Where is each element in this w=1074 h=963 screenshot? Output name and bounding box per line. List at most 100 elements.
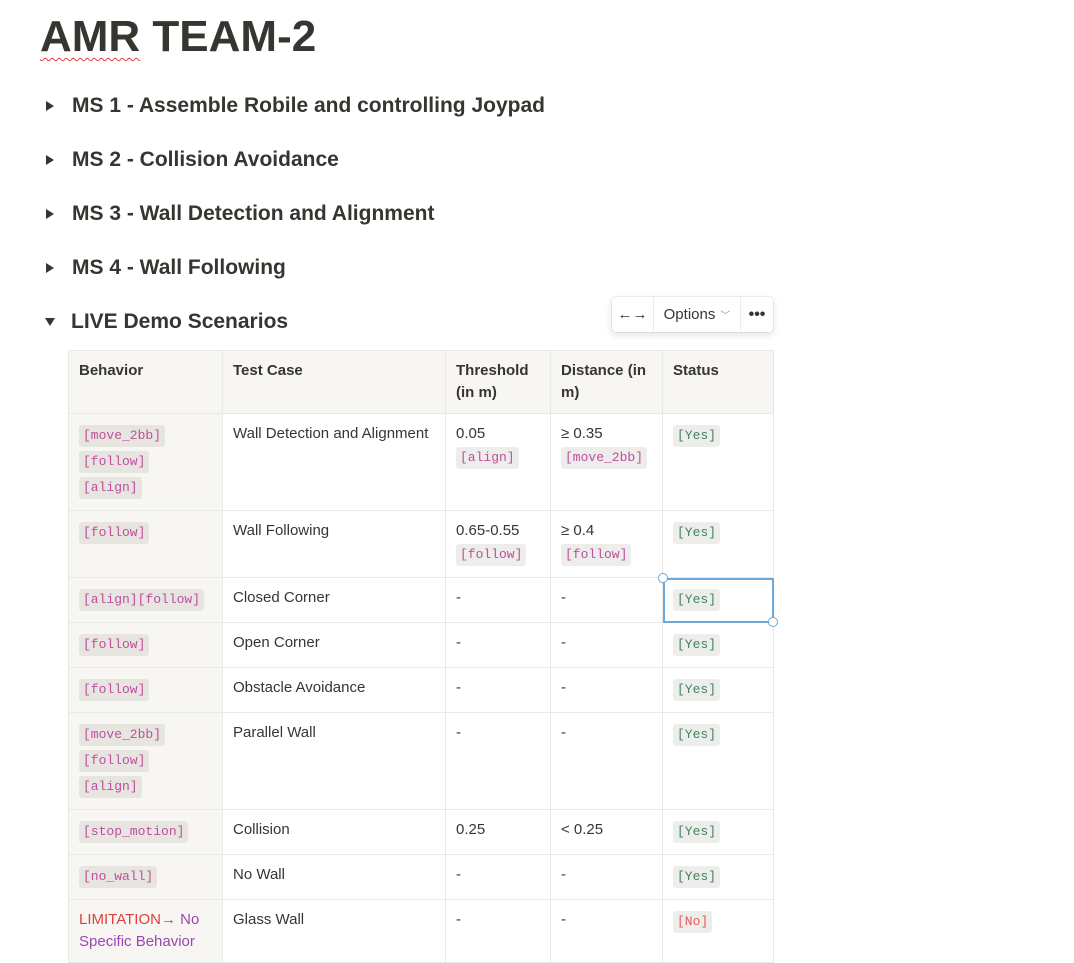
threshold-cell[interactable]: 0.05 [align] <box>445 413 551 511</box>
toggle-collapsed-icon[interactable] <box>46 101 54 111</box>
status-cell[interactable]: [Yes] <box>662 510 774 578</box>
distance-cell[interactable]: - <box>550 667 663 713</box>
status-badge: [No] <box>673 911 713 933</box>
test-case-cell[interactable]: Wall Detection and Alignment <box>222 413 446 511</box>
expand-width-icon[interactable]: ←→ <box>612 297 653 332</box>
header-status[interactable]: Status <box>662 350 774 414</box>
behavior-cell[interactable]: [follow] <box>68 622 223 668</box>
toggle-expanded-icon[interactable] <box>45 318 55 326</box>
test-case-cell[interactable]: Closed Corner <box>222 577 446 623</box>
threshold-cell[interactable]: - <box>445 577 551 623</box>
test-case-cell[interactable]: Open Corner <box>222 622 446 668</box>
behavior-tag: [stop_motion] <box>79 821 189 843</box>
threshold-cell[interactable]: - <box>445 899 551 963</box>
threshold-cell[interactable]: 0.65-0.55 [follow] <box>445 510 551 578</box>
table-row: [follow] Obstacle Avoidance - - [Yes] <box>68 667 774 713</box>
threshold-value: 0.65-0.55 <box>456 522 520 539</box>
toggle-collapsed-icon[interactable] <box>46 209 54 219</box>
threshold-cell[interactable]: - <box>445 622 551 668</box>
toggle-title: MS 1 - Assemble Robile and controlling J… <box>72 94 545 117</box>
distance-cell[interactable]: - <box>550 854 663 900</box>
status-badge: [Yes] <box>673 522 721 544</box>
header-distance[interactable]: Distance (in m) <box>550 350 663 414</box>
toggle-ms2[interactable]: MS 2 - Collision Avoidance <box>44 145 339 175</box>
distance-cell[interactable]: - <box>550 622 663 668</box>
threshold-cell[interactable]: - <box>445 712 551 810</box>
distance-value: ≥ 0.4 <box>561 522 595 539</box>
toggle-ms3[interactable]: MS 3 - Wall Detection and Alignment <box>44 199 434 229</box>
test-case-cell[interactable]: Glass Wall <box>222 899 446 963</box>
status-cell[interactable]: [Yes] <box>662 854 774 900</box>
header-test-case[interactable]: Test Case <box>222 350 446 414</box>
header-threshold[interactable]: Threshold (in m) <box>445 350 551 414</box>
chevron-down-icon: ﹀ <box>720 311 731 322</box>
distance-cell[interactable]: - <box>550 899 663 963</box>
toggle-title: MS 2 - Collision Avoidance <box>72 148 339 171</box>
selection-handle[interactable] <box>658 573 668 583</box>
threshold-cell[interactable]: 0.25 <box>445 809 551 855</box>
table-header-row: Behavior Test Case Threshold (in m) Dist… <box>68 350 774 414</box>
distance-cell[interactable]: ≥ 0.4 [follow] <box>550 510 663 578</box>
status-cell[interactable]: [Yes] <box>662 809 774 855</box>
test-case-cell[interactable]: No Wall <box>222 854 446 900</box>
behavior-tag: [align][follow] <box>79 589 205 611</box>
test-case-cell[interactable]: Collision <box>222 809 446 855</box>
behavior-cell[interactable]: [move_2bb] [follow] [align] <box>68 413 223 511</box>
status-cell[interactable]: [Yes] <box>662 622 774 668</box>
status-badge: [Yes] <box>673 821 721 843</box>
table-row: [no_wall] No Wall - - [Yes] <box>68 854 774 900</box>
behavior-tag: [align] <box>79 477 142 499</box>
header-behavior[interactable]: Behavior <box>68 350 223 414</box>
status-cell[interactable]: [Yes] <box>662 667 774 713</box>
behavior-cell[interactable]: [align][follow] <box>68 577 223 623</box>
toggle-collapsed-icon[interactable] <box>46 155 54 165</box>
table-row: LIMITATION→ No Specific Behavior Glass W… <box>68 899 774 963</box>
page-title-rest: TEAM-2 <box>140 12 317 61</box>
behavior-tag: [follow] <box>79 634 150 656</box>
test-case-cell[interactable]: Parallel Wall <box>222 712 446 810</box>
options-button[interactable]: Options ﹀ <box>654 297 740 332</box>
behavior-cell[interactable]: [move_2bb] [follow] [align] <box>68 712 223 810</box>
status-badge: [Yes] <box>673 724 721 746</box>
toggle-ms1[interactable]: MS 1 - Assemble Robile and controlling J… <box>44 91 545 121</box>
table-row: [stop_motion] Collision 0.25 < 0.25 [Yes… <box>68 809 774 855</box>
behavior-cell[interactable]: [follow] <box>68 667 223 713</box>
threshold-cell[interactable]: - <box>445 667 551 713</box>
status-cell[interactable]: [Yes] <box>662 712 774 810</box>
behavior-cell[interactable]: LIMITATION→ No Specific Behavior <box>68 899 223 963</box>
toggle-collapsed-icon[interactable] <box>46 263 54 273</box>
selection-handle[interactable] <box>768 617 778 627</box>
table-row: [follow] Open Corner - - [Yes] <box>68 622 774 668</box>
toggle-title: MS 4 - Wall Following <box>72 256 286 279</box>
status-cell-selected[interactable]: [Yes] <box>658 573 778 627</box>
page-title: AMR TEAM-2 <box>40 10 316 64</box>
threshold-tag: [align] <box>456 447 519 469</box>
distance-tag: [follow] <box>561 544 632 566</box>
behavior-tag: [follow] <box>79 679 150 701</box>
distance-cell[interactable]: ≥ 0.35 [move_2bb] <box>550 413 663 511</box>
status-cell[interactable]: [No] <box>662 899 774 963</box>
behavior-cell[interactable]: [no_wall] <box>68 854 223 900</box>
test-case-cell[interactable]: Wall Following <box>222 510 446 578</box>
more-options-icon[interactable]: ••• <box>741 297 773 332</box>
status-cell[interactable]: [Yes] <box>662 413 774 511</box>
behavior-tag: [move_2bb] <box>79 724 166 746</box>
distance-cell[interactable]: - <box>550 577 663 623</box>
options-label: Options <box>663 306 716 323</box>
behavior-tag: [no_wall] <box>79 866 158 888</box>
behavior-tag: [follow] <box>79 750 150 772</box>
behavior-tag: [move_2bb] <box>79 425 166 447</box>
distance-cell[interactable]: - <box>550 712 663 810</box>
behavior-cell[interactable]: [follow] <box>68 510 223 578</box>
test-case-cell[interactable]: Obstacle Avoidance <box>222 667 446 713</box>
behavior-tag: [follow] <box>79 451 150 473</box>
status-badge: [Yes] <box>673 679 721 701</box>
table-row: [follow] Wall Following 0.65-0.55 [follo… <box>68 510 774 578</box>
toggle-live-demo[interactable]: LIVE Demo Scenarios <box>44 307 288 337</box>
table-toolbar: ←→ Options ﹀ ••• <box>612 297 773 332</box>
threshold-cell[interactable]: - <box>445 854 551 900</box>
toggle-ms4[interactable]: MS 4 - Wall Following <box>44 253 286 283</box>
distance-cell[interactable]: < 0.25 <box>550 809 663 855</box>
behavior-cell[interactable]: [stop_motion] <box>68 809 223 855</box>
status-badge: [Yes] <box>673 866 721 888</box>
